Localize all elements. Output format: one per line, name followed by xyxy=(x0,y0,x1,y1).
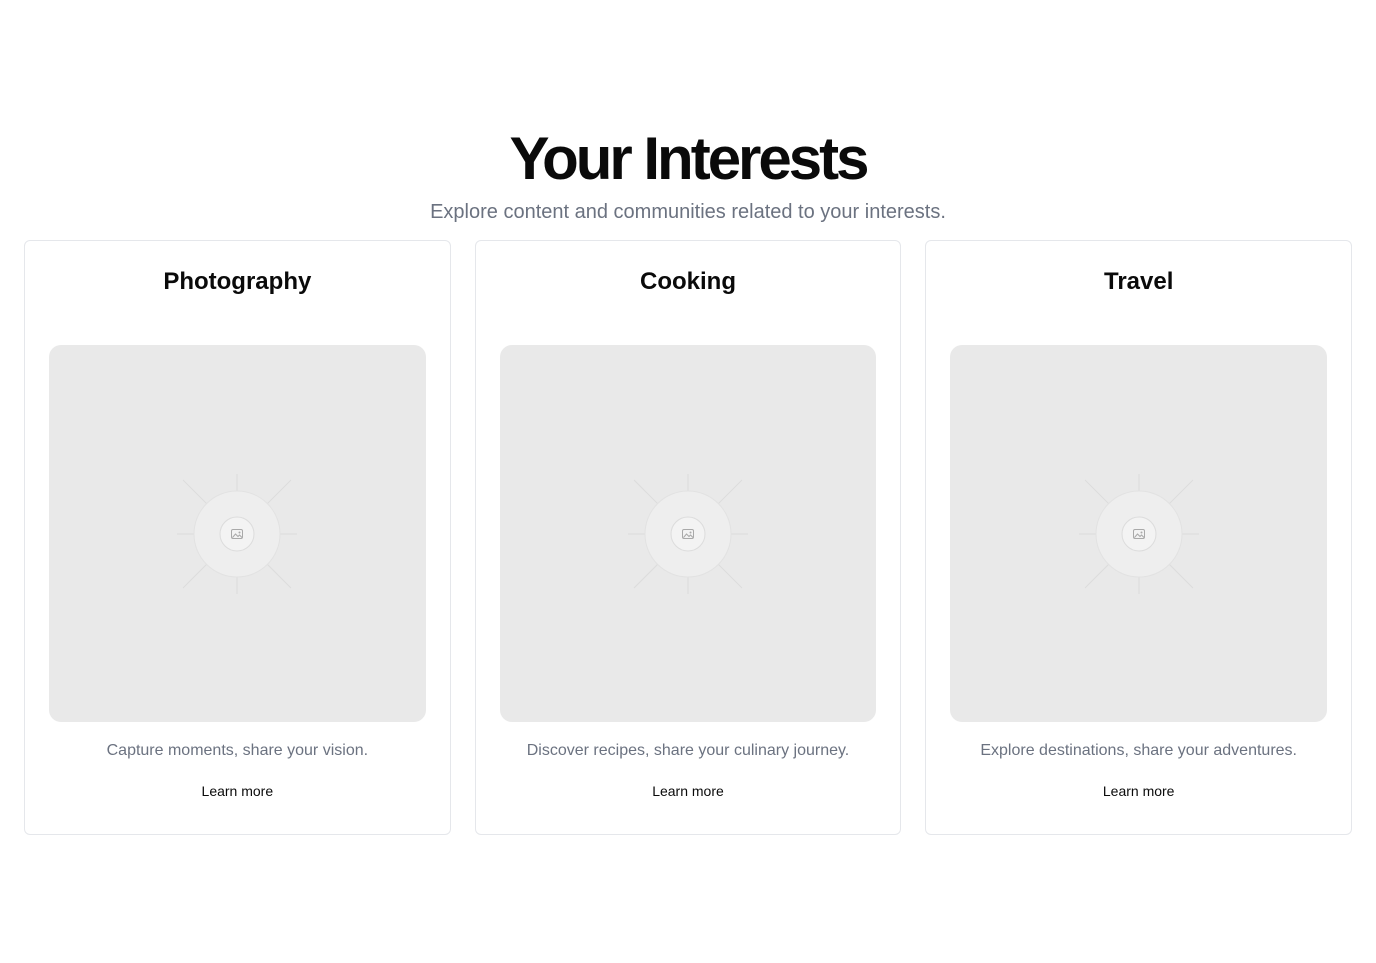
card-title: Travel xyxy=(1103,268,1174,295)
interest-cards: Photography Capture moments, share your … xyxy=(24,240,1353,835)
card-title: Cooking xyxy=(640,268,736,295)
card-image-placeholder xyxy=(499,345,877,722)
image-placeholder-icon xyxy=(628,473,748,594)
card-description: Discover recipes, share your culinary jo… xyxy=(526,742,850,759)
card-image-placeholder xyxy=(49,345,426,722)
image-placeholder-icon xyxy=(1078,473,1199,594)
card-description: Capture moments, share your vision. xyxy=(106,742,369,759)
learn-more-link[interactable]: Learn more xyxy=(652,781,724,801)
interest-card-photography: Photography Capture moments, share your … xyxy=(24,240,451,835)
card-description: Explore destinations, share your adventu… xyxy=(980,742,1297,759)
interest-card-travel: Travel Explore destinations, share your … xyxy=(925,240,1353,835)
page-header: Your Interests Explore content and commu… xyxy=(0,124,1376,224)
interest-card-cooking: Cooking Discover recipes, share your cul… xyxy=(474,240,902,835)
card-image-placeholder xyxy=(950,345,1328,722)
learn-more-link[interactable]: Learn more xyxy=(1103,781,1175,801)
image-placeholder-icon xyxy=(177,473,298,594)
learn-more-link[interactable]: Learn more xyxy=(202,781,274,801)
card-title: Photography xyxy=(163,268,312,295)
page-subtitle: Explore content and communities related … xyxy=(430,201,946,223)
page-title: Your Interests xyxy=(509,125,870,192)
